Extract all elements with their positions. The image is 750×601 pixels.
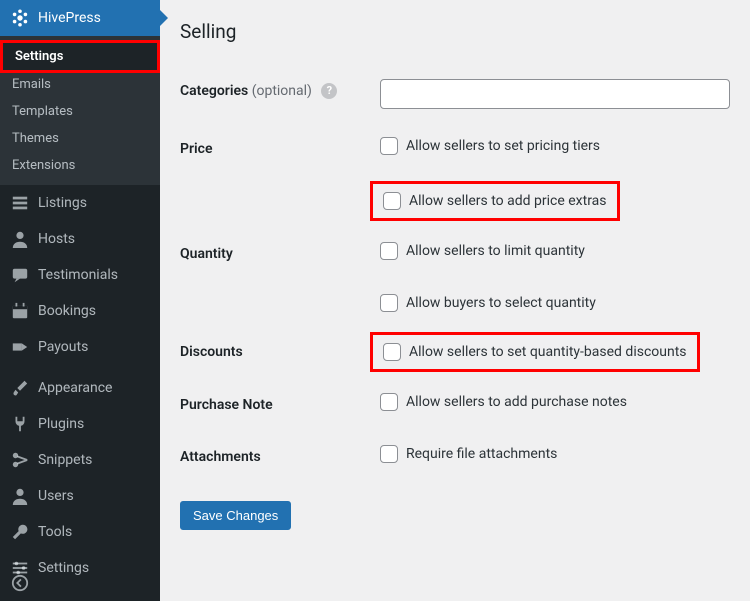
checkbox-limit-quantity[interactable]: [380, 242, 398, 260]
sidebar-submenu: Settings Emails Templates Themes Extensi…: [0, 36, 160, 185]
row-label-discounts: Discounts: [180, 326, 380, 379]
checkbox-price-extras[interactable]: [383, 192, 401, 210]
check-quantity-discounts[interactable]: Allow sellers to set quantity-based disc…: [383, 343, 687, 361]
sidebar-item-users[interactable]: Users: [0, 478, 160, 514]
collapse-icon: [10, 573, 30, 593]
sidebar-item-listings[interactable]: Listings: [0, 185, 160, 221]
sidebar-sub-extensions[interactable]: Extensions: [0, 152, 160, 179]
sidebar-sub-themes[interactable]: Themes: [0, 125, 160, 152]
sidebar-item-payouts[interactable]: Payouts: [0, 329, 160, 365]
check-select-quantity[interactable]: Allow buyers to select quantity: [380, 294, 730, 312]
optional-marker: (optional): [252, 83, 312, 99]
row-label-price: Price: [180, 123, 380, 175]
sidebar-item-plugins[interactable]: Plugins: [0, 406, 160, 442]
check-label: Allow sellers to add purchase notes: [406, 394, 627, 410]
check-limit-quantity[interactable]: Allow sellers to limit quantity: [380, 242, 730, 260]
sidebar-item-label: Listings: [38, 195, 87, 211]
sidebar-item-label: Snippets: [38, 452, 92, 468]
list-icon: [10, 193, 30, 213]
checkbox-quantity-discounts[interactable]: [383, 343, 401, 361]
sidebar-top-label: HivePress: [38, 10, 101, 26]
sidebar-item-testimonials[interactable]: Testimonials: [0, 257, 160, 293]
sidebar-item-snippets[interactable]: Snippets: [0, 442, 160, 478]
sidebar-top-hivepress[interactable]: HivePress: [0, 0, 160, 36]
sidebar-sub-emails[interactable]: Emails: [0, 71, 160, 98]
settings-form-table: Categories (optional) ? Price Allow sell…: [180, 65, 730, 483]
row-label-purchase-note: Purchase Note: [180, 379, 380, 431]
sidebar-item-label: Appearance: [38, 380, 112, 396]
testimonial-icon: [10, 265, 30, 285]
sidebar-item-bookings[interactable]: Bookings: [0, 293, 160, 329]
help-icon[interactable]: ?: [321, 83, 337, 99]
checkbox-pricing-tiers[interactable]: [380, 137, 398, 155]
check-label: Allow sellers to limit quantity: [406, 243, 585, 259]
check-file-attachments[interactable]: Require file attachments: [380, 445, 730, 463]
check-label: Require file attachments: [406, 446, 557, 462]
checkbox-select-quantity[interactable]: [380, 294, 398, 312]
sidebar-sub-settings[interactable]: Settings: [0, 40, 160, 73]
row-label-attachments: Attachments: [180, 431, 380, 483]
sidebar-item-label: Users: [38, 488, 74, 504]
sidebar-item-label: Tools: [38, 524, 72, 540]
check-label: Allow sellers to set pricing tiers: [406, 138, 600, 154]
payout-icon: [10, 337, 30, 357]
sidebar-item-label: Plugins: [38, 416, 84, 432]
hivepress-icon: [10, 8, 30, 28]
admin-sidebar: HivePress Settings Emails Templates Them…: [0, 0, 160, 601]
calendar-icon: [10, 301, 30, 321]
sidebar-item-appearance[interactable]: Appearance: [0, 370, 160, 406]
wrench-icon: [10, 522, 30, 542]
sidebar-item-label: Testimonials: [38, 267, 118, 283]
row-label-quantity: Quantity: [180, 228, 380, 280]
plug-icon: [10, 414, 30, 434]
sidebar-sub-templates[interactable]: Templates: [0, 98, 160, 125]
sidebar-item-hosts[interactable]: Hosts: [0, 221, 160, 257]
check-label: Allow sellers to add price extras: [409, 193, 607, 209]
row-label-categories: Categories (optional) ?: [180, 65, 380, 123]
check-label: Allow buyers to select quantity: [406, 295, 596, 311]
sidebar-item-label: Bookings: [38, 303, 96, 319]
checkbox-file-attachments[interactable]: [380, 445, 398, 463]
brush-icon: [10, 378, 30, 398]
sidebar-item-label: Payouts: [38, 339, 88, 355]
sidebar-item-tools[interactable]: Tools: [0, 514, 160, 550]
page-title: Selling: [180, 20, 730, 43]
check-label: Allow sellers to set quantity-based disc…: [409, 344, 687, 360]
check-pricing-tiers[interactable]: Allow sellers to set pricing tiers: [380, 137, 730, 155]
categories-input[interactable]: [380, 79, 730, 109]
check-price-extras[interactable]: Allow sellers to add price extras: [383, 192, 607, 210]
collapse-menu[interactable]: [0, 565, 160, 601]
sidebar-item-label: Hosts: [38, 231, 75, 247]
check-purchase-notes[interactable]: Allow sellers to add purchase notes: [380, 393, 730, 411]
settings-content: Selling Categories (optional) ? Price Al…: [160, 0, 750, 601]
user-icon: [10, 229, 30, 249]
users-icon: [10, 486, 30, 506]
save-button[interactable]: Save Changes: [180, 501, 291, 530]
checkbox-purchase-notes[interactable]: [380, 393, 398, 411]
scissors-icon: [10, 450, 30, 470]
